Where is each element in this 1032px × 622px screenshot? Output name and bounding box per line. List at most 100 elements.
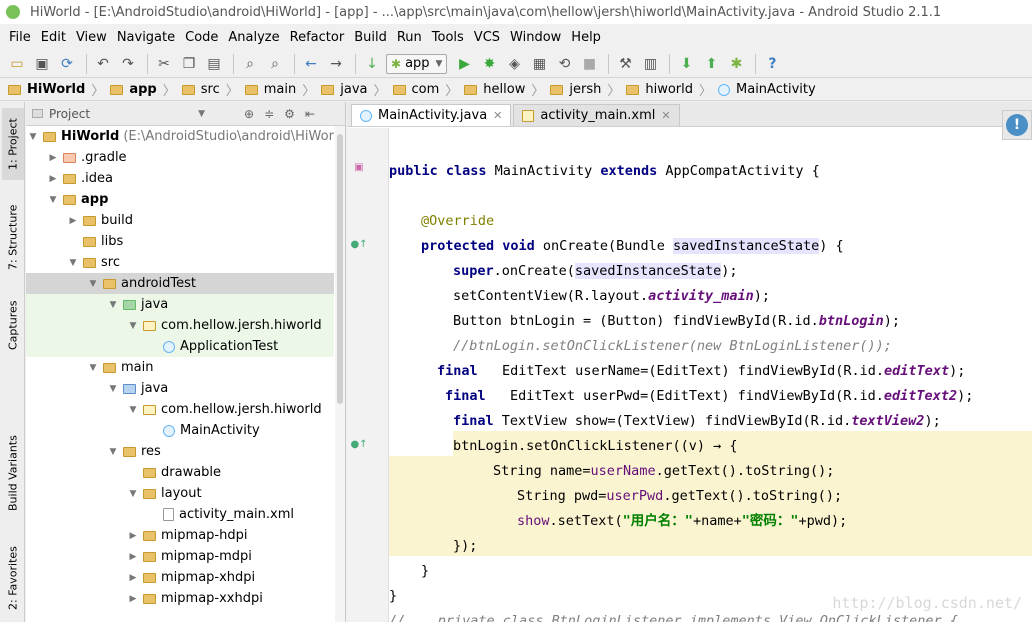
expanded-arrow-icon[interactable]: ▼ bbox=[126, 405, 140, 415]
breadcrumb-item[interactable]: main 〉 bbox=[244, 80, 322, 99]
code-line[interactable]: @Override bbox=[421, 209, 494, 234]
collapse-all-icon[interactable]: ≑ bbox=[264, 107, 274, 121]
expanded-arrow-icon[interactable]: ▼ bbox=[86, 279, 100, 289]
make-project-icon[interactable]: ↓ bbox=[361, 53, 383, 75]
expanded-arrow-icon[interactable]: ▼ bbox=[126, 489, 140, 499]
chevron-down-icon[interactable]: ▼ bbox=[198, 109, 205, 119]
tree-row[interactable]: MainActivity bbox=[26, 420, 334, 441]
code-line[interactable]: }); bbox=[453, 534, 477, 559]
tool-tab-captures[interactable]: Captures bbox=[2, 294, 24, 356]
project-view-select[interactable]: Project bbox=[49, 107, 90, 121]
close-icon[interactable]: ✕ bbox=[493, 109, 502, 122]
expanded-arrow-icon[interactable]: ▼ bbox=[86, 363, 100, 373]
tree-row[interactable]: libs bbox=[26, 231, 334, 252]
back-icon[interactable]: ← bbox=[300, 53, 322, 75]
redo-icon[interactable]: ↷ bbox=[117, 53, 139, 75]
tree-row[interactable]: ▶ .gradle bbox=[26, 147, 334, 168]
tree-row-root[interactable]: ▼ HiWorld (E:\AndroidStudio\android\HiWorl… bbox=[26, 126, 351, 147]
find-icon[interactable]: ⌕ bbox=[239, 53, 261, 75]
menu-navigate[interactable]: Navigate bbox=[112, 30, 180, 45]
implement-marker-icon[interactable]: ●↑ bbox=[350, 438, 367, 450]
apply-changes-icon[interactable]: ⟲ bbox=[553, 53, 575, 75]
tree-row[interactable]: ▶ mipmap-mdpi bbox=[26, 546, 334, 567]
code-line[interactable]: } bbox=[389, 584, 397, 609]
menu-code[interactable]: Code bbox=[180, 30, 223, 45]
tree-row[interactable]: ApplicationTest bbox=[26, 336, 334, 357]
override-marker-icon[interactable]: ●↑ bbox=[350, 238, 367, 250]
undo-icon[interactable]: ↶ bbox=[92, 53, 114, 75]
tree-row[interactable]: ▼ app bbox=[26, 189, 334, 210]
tree-row[interactable]: ▶ .idea bbox=[26, 168, 334, 189]
breadcrumb-item[interactable]: src 〉 bbox=[181, 80, 245, 99]
breadcrumb-item[interactable]: HiWorld 〉 bbox=[8, 80, 110, 99]
code-line[interactable]: String name=userName.getText().toString(… bbox=[493, 459, 834, 484]
debug-icon[interactable]: ✸ bbox=[478, 53, 500, 75]
breadcrumb-item[interactable]: jersh 〉 bbox=[550, 80, 626, 99]
tree-row[interactable]: ▼ java bbox=[26, 378, 334, 399]
code-line[interactable]: //btnLogin.setOnClickListener(new BtnLog… bbox=[453, 334, 892, 359]
menu-help[interactable]: Help bbox=[566, 30, 606, 45]
expanded-arrow-icon[interactable]: ▼ bbox=[126, 321, 140, 331]
code-line[interactable]: final EditText userName=(EditText) findV… bbox=[437, 359, 965, 384]
forward-icon[interactable]: → bbox=[325, 53, 347, 75]
tool-tab-structure[interactable]: 7: Structure bbox=[2, 198, 24, 276]
expanded-arrow-icon[interactable]: ▼ bbox=[106, 447, 120, 457]
tree-row[interactable]: ▶ mipmap-xxhdpi bbox=[26, 588, 334, 609]
avd-manager-icon[interactable]: ⬇ bbox=[675, 53, 697, 75]
sync-icon[interactable]: ⟳ bbox=[56, 53, 78, 75]
breadcrumb-item[interactable]: com 〉 bbox=[392, 80, 465, 99]
menu-build[interactable]: Build bbox=[349, 30, 392, 45]
code-line[interactable]: super.onCreate(savedInstanceState); bbox=[453, 259, 738, 284]
copy-icon[interactable]: ❐ bbox=[178, 53, 200, 75]
tree-row[interactable]: drawable bbox=[26, 462, 334, 483]
tool-tab-project[interactable]: 1: Project bbox=[2, 108, 24, 180]
project-scrollbar[interactable] bbox=[335, 126, 345, 622]
run-icon[interactable]: ▶ bbox=[453, 53, 475, 75]
scrollbar-thumb[interactable] bbox=[337, 134, 343, 404]
tree-row[interactable]: ▶ mipmap-xhdpi bbox=[26, 567, 334, 588]
menu-analyze[interactable]: Analyze bbox=[223, 30, 284, 45]
code-line[interactable]: final EditText userPwd=(EditText) findVi… bbox=[445, 384, 973, 409]
stop-icon[interactable]: ■ bbox=[578, 53, 600, 75]
save-icon[interactable]: ▣ bbox=[31, 53, 53, 75]
settings-gear-icon[interactable]: ⚙ bbox=[284, 107, 295, 121]
collapsed-arrow-icon[interactable]: ▶ bbox=[66, 216, 80, 226]
expanded-arrow-icon[interactable]: ▼ bbox=[106, 384, 120, 394]
tree-row[interactable]: activity_main.xml bbox=[26, 504, 334, 525]
replace-icon[interactable]: ⌕ bbox=[264, 53, 286, 75]
expanded-arrow-icon[interactable]: ▼ bbox=[46, 195, 60, 205]
help-icon[interactable]: ? bbox=[761, 53, 783, 75]
code-line[interactable]: public class MainActivity extends AppCom… bbox=[389, 159, 820, 184]
event-log-notification[interactable]: ! bbox=[1002, 110, 1032, 140]
tree-row[interactable]: ▼ src bbox=[26, 252, 334, 273]
sync-gradle-icon[interactable]: ⬆ bbox=[700, 53, 722, 75]
collapsed-arrow-icon[interactable]: ▶ bbox=[126, 573, 140, 583]
tree-row[interactable]: ▼ layout bbox=[26, 483, 334, 504]
attach-debugger-icon[interactable]: ◈ bbox=[503, 53, 525, 75]
expanded-arrow-icon[interactable]: ▼ bbox=[66, 258, 80, 268]
menu-vcs[interactable]: VCS bbox=[469, 30, 505, 45]
cut-icon[interactable]: ✂ bbox=[153, 53, 175, 75]
code-line[interactable]: final TextView show=(TextView) findViewB… bbox=[453, 409, 941, 434]
run-configuration-select[interactable]: ✱ app ▼ bbox=[386, 53, 448, 74]
hide-panel-icon[interactable]: ⇤ bbox=[305, 107, 315, 121]
menu-run[interactable]: Run bbox=[392, 30, 427, 45]
tree-row[interactable]: ▼ com.hellow.jersh.hiworld bbox=[26, 399, 334, 420]
open-folder-icon[interactable]: ▭ bbox=[6, 53, 28, 75]
menu-file[interactable]: File bbox=[4, 30, 36, 45]
code-area[interactable]: public class MainActivity extends AppCom… bbox=[389, 128, 1032, 622]
expanded-arrow-icon[interactable]: ▼ bbox=[26, 132, 40, 142]
collapsed-arrow-icon[interactable]: ▶ bbox=[126, 594, 140, 604]
collapsed-arrow-icon[interactable]: ▶ bbox=[126, 552, 140, 562]
tab-activity-main-xml[interactable]: activity_main.xml ✕ bbox=[513, 104, 680, 126]
android-device-monitor-icon[interactable]: ✱ bbox=[725, 53, 747, 75]
code-line[interactable]: btnLogin.setOnClickListener((v) → { bbox=[453, 434, 737, 459]
tree-row[interactable]: ▼ main bbox=[26, 357, 334, 378]
close-icon[interactable]: ✕ bbox=[661, 109, 670, 122]
code-line[interactable]: Button btnLogin = (Button) findViewById(… bbox=[453, 309, 900, 334]
collapsed-arrow-icon[interactable]: ▶ bbox=[46, 174, 60, 184]
run-with-coverage-icon[interactable]: ▦ bbox=[528, 53, 550, 75]
tree-row[interactable]: ▼ java bbox=[26, 294, 334, 315]
collapsed-arrow-icon[interactable]: ▶ bbox=[46, 153, 60, 163]
expanded-arrow-icon[interactable]: ▼ bbox=[106, 300, 120, 310]
